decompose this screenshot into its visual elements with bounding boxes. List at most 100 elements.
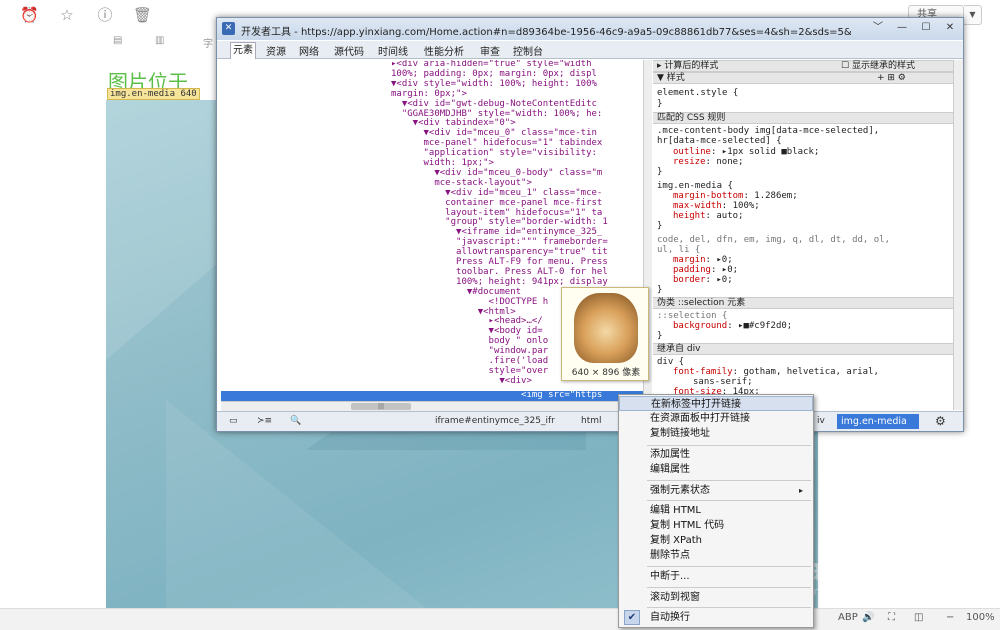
rule-selector[interactable]: ::selection { bbox=[657, 311, 727, 321]
menu-break-on[interactable]: 中断于... bbox=[619, 569, 813, 584]
menu-edit-html[interactable]: 编辑 HTML bbox=[619, 503, 813, 518]
settings-gear-icon[interactable]: ⚙ bbox=[935, 414, 946, 428]
inspect-search-icon[interactable]: 🔍 bbox=[290, 416, 301, 426]
share-dropdown-icon[interactable]: ▼ bbox=[964, 5, 982, 25]
pseudo-header: 伪类 ::selection 元素 bbox=[653, 297, 953, 309]
trash-icon[interactable]: 🗑 bbox=[133, 6, 152, 24]
zoom-level[interactable]: 100% bbox=[966, 612, 995, 623]
rule-selector[interactable]: ul, li { bbox=[657, 245, 700, 255]
css-property[interactable]: font-family bbox=[673, 367, 733, 377]
show-inherited-checkbox[interactable]: ☐ 显示继承的样式 bbox=[841, 61, 915, 72]
format-icon[interactable]: ▤ bbox=[113, 35, 122, 46]
css-value[interactable]: : ▸0; bbox=[706, 275, 733, 285]
volume-icon[interactable]: 🔊 bbox=[862, 612, 874, 623]
doge-preview-image bbox=[574, 293, 638, 363]
menu-scroll-into-view[interactable]: 滚动到视窗 bbox=[619, 590, 813, 605]
css-value[interactable]: : gotham, helvetica, arial, bbox=[733, 367, 879, 377]
add-rule-icon[interactable]: + ⊞ ⚙ bbox=[877, 73, 906, 84]
css-property[interactable]: max-width bbox=[673, 201, 722, 211]
css-property[interactable]: padding bbox=[673, 265, 711, 275]
breadcrumb-div[interactable]: iv bbox=[817, 416, 825, 426]
css-property[interactable]: height bbox=[673, 211, 706, 221]
menu-open-link-resources[interactable]: 在资源面板中打开链接 bbox=[619, 411, 813, 426]
rule-selector[interactable]: img.en-media { bbox=[657, 181, 733, 191]
css-value[interactable]: sans-serif; bbox=[693, 377, 753, 387]
console-drawer-icon[interactable]: ≻≡ bbox=[257, 416, 272, 426]
css-value[interactable]: : ▸0; bbox=[711, 265, 738, 275]
css-property[interactable]: margin bbox=[673, 255, 706, 265]
format-icon-2[interactable]: ▥ bbox=[155, 35, 164, 46]
css-value[interactable]: : none; bbox=[706, 157, 744, 167]
menu-open-link-new-tab[interactable]: 在新标签中打开链接 bbox=[619, 396, 813, 411]
breadcrumb-img-active[interactable]: img.en-media bbox=[837, 414, 919, 429]
styles-header[interactable]: ▼ 样式 + ⊞ ⚙ bbox=[653, 72, 953, 84]
info-icon[interactable]: ⓘ bbox=[96, 6, 114, 24]
breadcrumb-html[interactable]: html bbox=[581, 416, 602, 426]
styles-scrollbar[interactable] bbox=[953, 60, 963, 410]
star-icon[interactable]: ☆ bbox=[58, 6, 76, 24]
breadcrumb-iframe[interactable]: iframe#entinymce_325_ifr bbox=[435, 416, 555, 426]
menu-edit-attribute[interactable]: 编辑属性 bbox=[619, 462, 813, 477]
css-property[interactable]: resize bbox=[673, 157, 706, 167]
brace: } bbox=[657, 167, 663, 177]
menu-add-attribute[interactable]: 添加属性 bbox=[619, 447, 813, 462]
alarm-icon[interactable]: ⏰ bbox=[20, 6, 39, 24]
tab-profiles[interactable]: 性能分析 bbox=[424, 43, 464, 58]
elements-horizontal-scrollbar[interactable]: ||| bbox=[221, 401, 649, 411]
computed-style-header[interactable]: ▸ 计算后的样式 ☐ 显示继承的样式 bbox=[653, 60, 953, 72]
tab-console[interactable]: 控制台 bbox=[513, 43, 543, 58]
menu-copy-xpath[interactable]: 复制 XPath bbox=[619, 533, 813, 548]
menu-force-element-state[interactable]: 强制元素状态 bbox=[619, 483, 813, 498]
inherited-header: 继承自 div bbox=[653, 343, 953, 355]
tab-timeline[interactable]: 时间线 bbox=[378, 43, 408, 58]
dom-tree-line[interactable]: ▼<div id="gwt-debug-NoteContentEditc bbox=[391, 99, 597, 110]
tab-network[interactable]: 网络 bbox=[299, 43, 319, 58]
dom-tree-line[interactable]: <!DOCTYPE h bbox=[391, 297, 549, 308]
dom-tree-line[interactable]: <img src="https bbox=[391, 390, 602, 400]
css-value[interactable]: : 100%; bbox=[722, 201, 760, 211]
collapse-icon[interactable]: ﹀ bbox=[867, 21, 889, 35]
rule-selector[interactable]: hr[data-mce-selected] { bbox=[657, 136, 782, 146]
close-button[interactable]: ✕ bbox=[939, 21, 961, 35]
dom-tree-line[interactable]: container mce-panel mce-first bbox=[391, 198, 602, 209]
menu-word-wrap[interactable]: 自动换行 bbox=[619, 610, 813, 625]
menu-separator bbox=[647, 445, 811, 446]
minimize-button[interactable]: — bbox=[891, 21, 913, 35]
menu-delete-node[interactable]: 删除节点 bbox=[619, 548, 813, 563]
rule-selector[interactable]: div { bbox=[657, 357, 684, 367]
css-value[interactable]: : 1.286em; bbox=[743, 191, 797, 201]
dom-tree-line[interactable]: ▼<div> bbox=[391, 376, 532, 387]
css-value[interactable]: : ▸1px solid ■black; bbox=[711, 147, 819, 157]
scroll-thumb[interactable]: ||| bbox=[351, 403, 411, 410]
browser-status-bar: ABP 🔊 ⛶ ◫ − 100% bbox=[0, 608, 1000, 630]
font-menu[interactable]: 字 bbox=[203, 35, 213, 50]
maximize-button[interactable]: ☐ bbox=[915, 21, 937, 35]
css-property[interactable]: background bbox=[673, 321, 727, 331]
tab-audits[interactable]: 审查 bbox=[480, 43, 500, 58]
element-style-rule[interactable]: element.style { bbox=[657, 88, 738, 98]
adblock-icon[interactable]: ABP bbox=[838, 612, 858, 623]
context-menu: 在新标签中打开链接 在资源面板中打开链接 复制链接地址 添加属性 编辑属性 强制… bbox=[618, 394, 814, 628]
fullscreen-icon[interactable]: ⛶ bbox=[888, 612, 895, 623]
css-property[interactable]: margin-bottom bbox=[673, 191, 743, 201]
tab-resources[interactable]: 资源 bbox=[266, 43, 286, 58]
zoom-out-icon[interactable]: − bbox=[946, 612, 954, 623]
rule-selector[interactable]: code, del, dfn, em, img, q, dl, dt, dd, … bbox=[657, 235, 890, 245]
menu-copy-link-address[interactable]: 复制链接地址 bbox=[619, 426, 813, 441]
tab-sources[interactable]: 源代码 bbox=[334, 43, 364, 58]
css-property[interactable]: outline bbox=[673, 147, 711, 157]
image-dimensions: 640 × 896 像素 bbox=[571, 368, 641, 378]
devtools-title: 开发者工具 - https://app.yinxiang.com/Home.ac… bbox=[241, 27, 852, 38]
menu-copy-html[interactable]: 复制 HTML 代码 bbox=[619, 518, 813, 533]
matched-rules-header: 匹配的 CSS 规则 bbox=[653, 112, 953, 124]
css-value[interactable]: : ▸■#c9f2d0; bbox=[727, 321, 792, 331]
css-value[interactable]: : auto; bbox=[706, 211, 744, 221]
tab-elements[interactable]: 元素 bbox=[230, 42, 256, 59]
dock-icon[interactable]: ▭ bbox=[229, 416, 238, 426]
devtools-bottom-bar: ▭ ≻≡ 🔍 iframe#entinymce_325_ifr html iv … bbox=[217, 411, 963, 431]
split-icon[interactable]: ◫ bbox=[914, 612, 923, 623]
css-value[interactable]: : ▸0; bbox=[706, 255, 733, 265]
rule-selector[interactable]: .mce-content-body img[data-mce-selected]… bbox=[657, 126, 879, 136]
css-property[interactable]: border bbox=[673, 275, 706, 285]
element-highlight-label: img.en-media 640 bbox=[107, 88, 200, 100]
